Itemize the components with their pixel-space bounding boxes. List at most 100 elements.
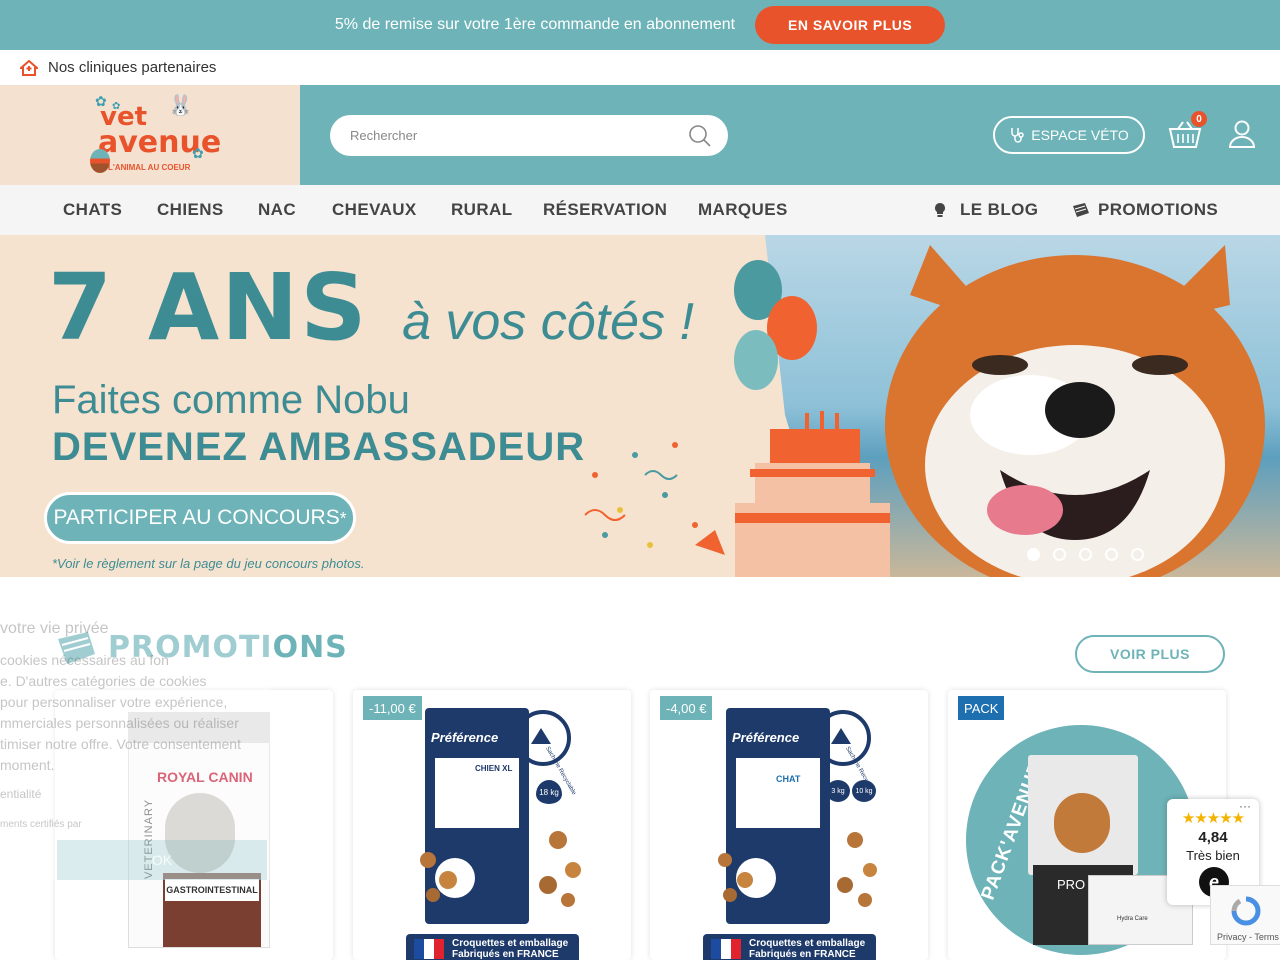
logo[interactable]: ✿ ✿ vet 🐰 avenue L'ANIMAL AU COEUR ✿ xyxy=(0,85,300,185)
search-icon[interactable] xyxy=(688,124,712,148)
made-in-france-line-2: Fabriqués en FRANCE xyxy=(749,949,856,960)
tag-icon xyxy=(1073,203,1089,217)
weight-badge: 3 kg xyxy=(826,780,850,802)
recycle-icon xyxy=(515,710,571,766)
site-header: ✿ ✿ vet 🐰 avenue L'ANIMAL AU COEUR ✿ ESP… xyxy=(0,85,1280,185)
made-in-france-label: Croquettes et emballage Fabriqués en FRA… xyxy=(703,934,876,960)
pack-badge: PACK xyxy=(958,696,1005,720)
product-name: CHAT xyxy=(776,774,801,784)
carousel-dots xyxy=(1027,548,1144,561)
made-in-france-label: Croquettes et emballage Fabriqués en FRA… xyxy=(406,934,579,960)
home-icon xyxy=(20,59,38,76)
partner-clinics-label: Nos cliniques partenaires xyxy=(48,59,217,76)
kibble-illustration xyxy=(420,831,581,907)
recycle-icon xyxy=(815,710,871,766)
cookie-text-line: pour personnaliser votre expérience, xyxy=(0,694,228,710)
cookie-title: votre vie privée xyxy=(0,620,109,637)
product-name: CHIEN XL xyxy=(475,764,513,773)
egg-icon xyxy=(90,149,110,173)
france-flag-icon xyxy=(414,939,444,959)
weight-badge: 10 kg xyxy=(852,780,876,802)
hero-title: 7 ANS xyxy=(48,254,369,361)
product-brand: Préférence xyxy=(732,730,800,745)
cart-count-badge: 0 xyxy=(1191,111,1207,127)
nav-item-chevaux[interactable]: CHEVAUX xyxy=(332,185,417,235)
nav-item-nac[interactable]: NAC xyxy=(258,185,296,235)
nav-item-blog[interactable]: LE BLOG xyxy=(934,185,1038,235)
promo-banner: 5% de remise sur votre 1ère commande en … xyxy=(0,0,1280,50)
made-in-france-line-1: Croquettes et emballage xyxy=(452,938,569,949)
participate-contest-asterisk: * xyxy=(339,507,347,528)
cookie-accept-button[interactable]: OK xyxy=(57,840,267,880)
vet-space-label: ESPACE VÉTO xyxy=(1031,127,1129,143)
flower-icon: ✿ xyxy=(192,145,204,161)
recaptcha-icon xyxy=(1231,896,1261,926)
lightbulb-icon xyxy=(935,203,945,217)
cookie-text-line: cookies nécessaires au fon xyxy=(0,652,169,668)
discount-badge: -11,00 € xyxy=(363,696,422,720)
made-in-france-line-2: Fabriqués en FRANCE xyxy=(452,949,559,960)
cookie-text-line: e. D'autres catégories de cookies xyxy=(0,673,207,689)
cookie-text-line: timiser notre offre. Votre consentement xyxy=(0,736,241,752)
participate-contest-button[interactable]: PARTICIPER AU CONCOURS * xyxy=(44,492,356,544)
cat-food-bag xyxy=(1028,755,1138,875)
nav-blog-label: LE BLOG xyxy=(960,200,1039,219)
nav-item-chiens[interactable]: CHIENS xyxy=(157,185,224,235)
main-nav: CHATS CHIENS NAC CHEVAUX RURAL RÉSERVATI… xyxy=(0,185,1280,235)
dog-photo xyxy=(885,245,1265,577)
bunny-icon: 🐰 xyxy=(168,95,193,117)
carousel-dot-4[interactable] xyxy=(1105,548,1118,561)
product-brand: Préférence xyxy=(431,730,499,745)
discount-badge: -4,00 € xyxy=(660,696,713,720)
contest-rules-note: *Voir le règlement sur la page du jeu co… xyxy=(52,556,365,571)
made-in-france-line-1: Croquettes et emballage xyxy=(749,938,866,949)
nav-item-promotions[interactable]: PROMOTIONS xyxy=(1072,185,1218,235)
user-account-icon[interactable] xyxy=(1229,120,1255,148)
nav-item-rural[interactable]: RURAL xyxy=(451,185,513,235)
carousel-dot-5[interactable] xyxy=(1131,548,1144,561)
hero-line-1: Faites comme Nobu xyxy=(52,378,410,422)
recaptcha-links[interactable]: Privacy - Terms xyxy=(1217,932,1279,942)
france-flag-icon xyxy=(711,939,741,959)
nav-item-reservation[interactable]: RÉSERVATION xyxy=(543,185,667,235)
confetti-illustration xyxy=(584,442,725,555)
hero-banner[interactable]: 7 ANS à vos côtés ! Faites comme Nobu DE… xyxy=(0,235,1280,577)
weight-badge: 18 kg xyxy=(536,780,562,804)
carousel-dot-1[interactable] xyxy=(1027,548,1040,561)
stethoscope-icon xyxy=(1011,128,1024,143)
cookie-accept-label: OK xyxy=(151,852,173,868)
nav-item-marques[interactable]: MARQUES xyxy=(698,185,788,235)
search-bar[interactable] xyxy=(330,115,728,156)
cookie-consent-panel: votre vie privée cookies nécessaires au … xyxy=(0,600,270,880)
nav-item-chats[interactable]: CHATS xyxy=(63,185,122,235)
cat-photo xyxy=(1054,793,1110,853)
search-input[interactable] xyxy=(350,128,688,143)
rating-value: 4,84 xyxy=(1198,829,1228,846)
birthday-cake-illustration xyxy=(735,411,890,577)
cookie-text-line: moment. xyxy=(0,757,55,773)
privacy-policy-link[interactable]: entialité xyxy=(0,784,41,805)
logo-tagline: L'ANIMAL AU COEUR xyxy=(108,163,191,172)
nav-promotions-label: PROMOTIONS xyxy=(1098,200,1219,219)
cookie-certified-text: ments certifiés par xyxy=(0,819,82,830)
see-more-button[interactable]: VOIR PLUS xyxy=(1075,635,1225,673)
carousel-dot-3[interactable] xyxy=(1079,548,1092,561)
rating-stars-icon: ★★★★★ xyxy=(1181,810,1245,827)
product-subbrand: Hydra Care xyxy=(1117,916,1148,922)
participate-contest-label: PARTICIPER AU CONCOURS xyxy=(53,506,340,529)
vet-space-button[interactable]: ESPACE VÉTO xyxy=(993,116,1145,154)
kibble-illustration xyxy=(718,832,877,907)
partner-clinics-link[interactable]: Nos cliniques partenaires xyxy=(0,50,1280,85)
learn-more-button[interactable]: EN SAVOIR PLUS xyxy=(755,6,946,44)
promo-banner-text: 5% de remise sur votre 1ère commande en … xyxy=(334,16,736,33)
hero-line-2: DEVENEZ AMBASSADEUR xyxy=(52,425,586,469)
cookie-text-line: mmerciales personnalisées ou réaliser xyxy=(0,715,239,731)
hero-subtitle: à vos côtés ! xyxy=(402,293,694,351)
carousel-dot-2[interactable] xyxy=(1053,548,1066,561)
recaptcha-badge[interactable]: Privacy - Terms xyxy=(1210,885,1280,945)
product-card[interactable]: -11,00 € Préférence CHIEN XL Sacherie Re… xyxy=(353,690,631,960)
balloons-illustration xyxy=(734,260,817,390)
product-card[interactable]: -4,00 € Préférence CHAT Sacherie Recycla… xyxy=(650,690,928,960)
rating-label: Très bien xyxy=(1186,848,1240,863)
product-name: GASTROINTESTINAL xyxy=(165,879,259,901)
